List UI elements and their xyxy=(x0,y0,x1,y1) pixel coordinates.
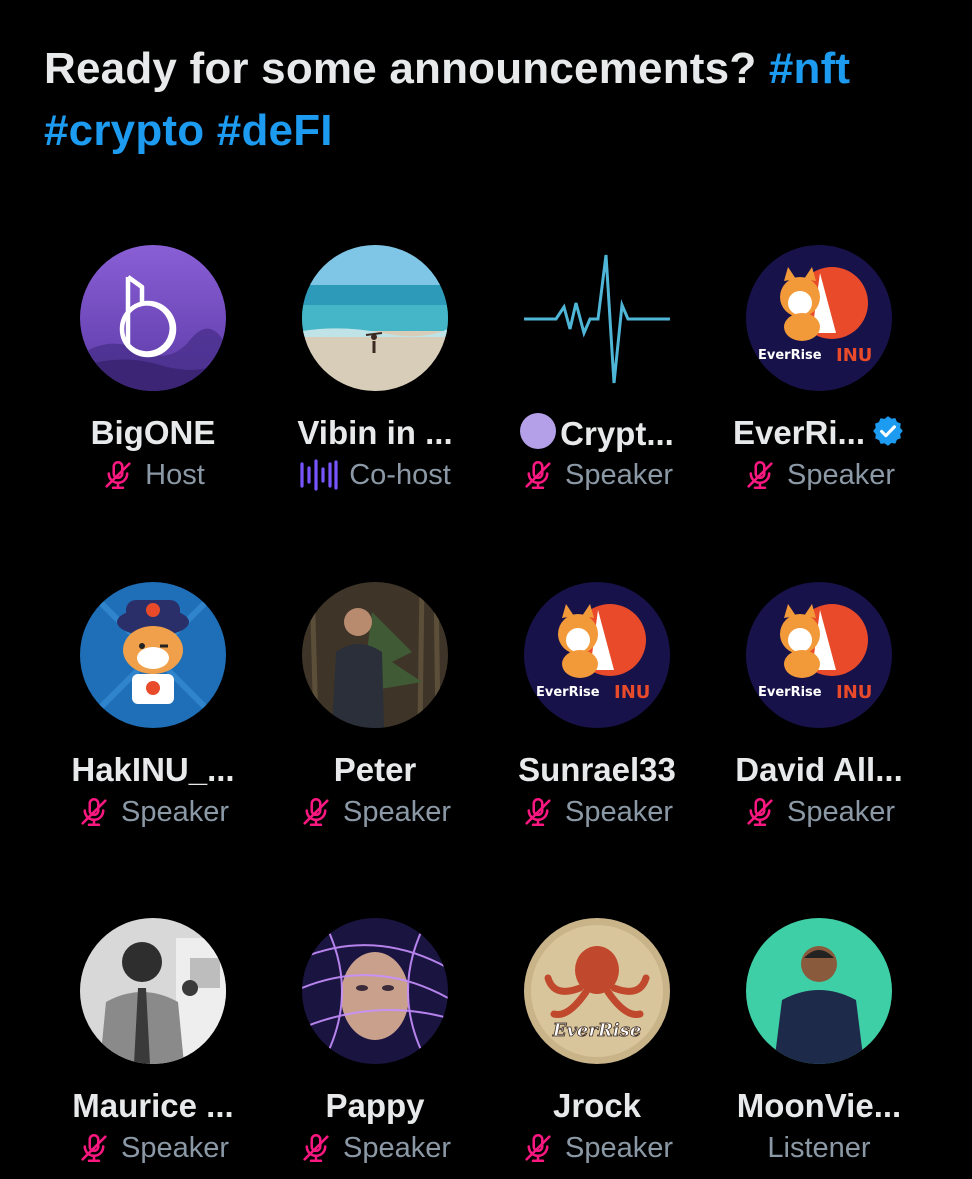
avatar xyxy=(302,582,448,728)
role-label: Speaker xyxy=(564,1132,673,1164)
participant-name: BigONE xyxy=(90,414,216,451)
mic-muted-icon xyxy=(299,1131,333,1165)
participant-role: Speaker xyxy=(708,457,930,493)
everrise-inu-logo-icon: EverRise INU xyxy=(746,582,892,728)
avatar: EverRise INU xyxy=(746,245,892,391)
mic-muted-icon xyxy=(521,458,555,492)
participant-role: Speaker xyxy=(42,794,264,830)
avatar xyxy=(302,918,448,1064)
participant-role: Speaker xyxy=(708,794,930,830)
avatar xyxy=(80,582,226,728)
role-label: Speaker xyxy=(120,1132,229,1164)
participant-role: Listener xyxy=(708,1130,930,1166)
participant-name: Peter xyxy=(333,751,417,788)
neon-face-art-icon xyxy=(302,918,448,1064)
participant-everrise[interactable]: EverRise INU EverRi... Speaker xyxy=(708,245,930,505)
purple-circle-emoji xyxy=(520,413,557,449)
svg-text:EverRise: EverRise xyxy=(536,685,600,700)
role-label: Speaker xyxy=(342,796,451,828)
participant-role: Speaker xyxy=(486,1130,708,1166)
participant-moonvie[interactable]: MoonVie... Listener xyxy=(708,918,930,1178)
participant-role: Host xyxy=(42,457,264,493)
role-label: Speaker xyxy=(786,796,895,828)
role-label: Listener xyxy=(767,1132,871,1164)
participant-role: Speaker xyxy=(264,794,486,830)
role-label: Speaker xyxy=(120,796,229,828)
avatar: EverRise xyxy=(524,918,670,1064)
speaking-wave-icon xyxy=(299,458,339,492)
participant-vibin[interactable]: Vibin in ... Co-host xyxy=(264,245,486,505)
participant-name: Sunrael33 xyxy=(518,751,676,788)
bigone-logo-icon xyxy=(80,245,226,391)
mic-muted-icon xyxy=(299,795,333,829)
mic-muted-icon xyxy=(743,795,777,829)
avatar xyxy=(524,245,670,391)
participant-jrock[interactable]: EverRise Jrock Speaker xyxy=(486,918,708,1178)
participant-role: Speaker xyxy=(486,457,708,493)
participant-hakinu[interactable]: HakINU_... Speaker xyxy=(42,582,264,842)
mic-muted-icon xyxy=(101,458,135,492)
participant-name: David All... xyxy=(735,751,903,788)
role-label: Speaker xyxy=(342,1132,451,1164)
heartbeat-line-icon xyxy=(524,245,670,391)
participant-name: EverRi... xyxy=(708,413,930,453)
mic-muted-icon xyxy=(521,795,555,829)
role-label: Speaker xyxy=(564,459,673,491)
everrise-inu-logo-icon: EverRise INU xyxy=(746,245,892,391)
participant-role: Speaker xyxy=(264,1130,486,1166)
avatar xyxy=(80,918,226,1064)
everrise-inu-logo-icon: EverRise INU xyxy=(524,582,670,728)
participant-role: Speaker xyxy=(486,794,708,830)
verified-badge-icon xyxy=(871,414,905,448)
avatar xyxy=(302,245,448,391)
man-teal-background-photo-icon xyxy=(746,918,892,1064)
participant-name: Crypt... xyxy=(486,413,708,454)
participant-maurice[interactable]: Maurice ... Speaker xyxy=(42,918,264,1178)
beach-photo-icon xyxy=(302,245,448,391)
participant-name: Pappy xyxy=(325,1087,425,1124)
participant-name: Jrock xyxy=(552,1087,642,1124)
participant-name: HakINU_... xyxy=(71,751,235,788)
participant-pappy[interactable]: Pappy Speaker xyxy=(264,918,486,1178)
participant-bigone[interactable]: BigONE Host xyxy=(42,245,264,505)
avatar xyxy=(80,245,226,391)
avatar: EverRise INU xyxy=(524,582,670,728)
avatar: EverRise INU xyxy=(746,582,892,728)
mic-muted-icon xyxy=(77,1131,111,1165)
mic-muted-icon xyxy=(77,795,111,829)
role-label: Speaker xyxy=(786,459,895,491)
role-label: Co-host xyxy=(349,459,451,491)
avatar xyxy=(746,918,892,1064)
participants-grid: BigONE Host Vibin in ... Co-host Crypt..… xyxy=(0,0,972,1179)
participant-sunrael33[interactable]: EverRise INU Sunrael33 Speaker xyxy=(486,582,708,842)
everrise-octopus-logo-icon: EverRise xyxy=(524,918,670,1064)
participant-name: Vibin in ... xyxy=(297,414,453,451)
svg-text:INU: INU xyxy=(836,682,872,703)
man-in-woods-photo-icon xyxy=(302,582,448,728)
svg-text:EverRise: EverRise xyxy=(758,685,822,700)
participant-david[interactable]: EverRise INU David All... Speaker xyxy=(708,582,930,842)
svg-text:INU: INU xyxy=(836,345,872,366)
svg-text:INU: INU xyxy=(614,682,650,703)
participant-role: Co-host xyxy=(264,457,486,493)
role-label: Speaker xyxy=(564,796,673,828)
participant-role: Speaker xyxy=(42,1130,264,1166)
mic-muted-icon xyxy=(521,1131,555,1165)
participant-name: Maurice ... xyxy=(72,1087,234,1124)
shiba-cartoon-icon xyxy=(80,582,226,728)
bw-portrait-photo-icon xyxy=(80,918,226,1064)
participant-name: MoonVie... xyxy=(736,1087,902,1124)
svg-text:EverRise: EverRise xyxy=(552,1020,642,1041)
role-label: Host xyxy=(145,459,205,491)
svg-text:EverRise: EverRise xyxy=(758,348,822,363)
participant-crypt[interactable]: Crypt... Speaker xyxy=(486,245,708,505)
mic-muted-icon xyxy=(743,458,777,492)
participant-peter[interactable]: Peter Speaker xyxy=(264,582,486,842)
